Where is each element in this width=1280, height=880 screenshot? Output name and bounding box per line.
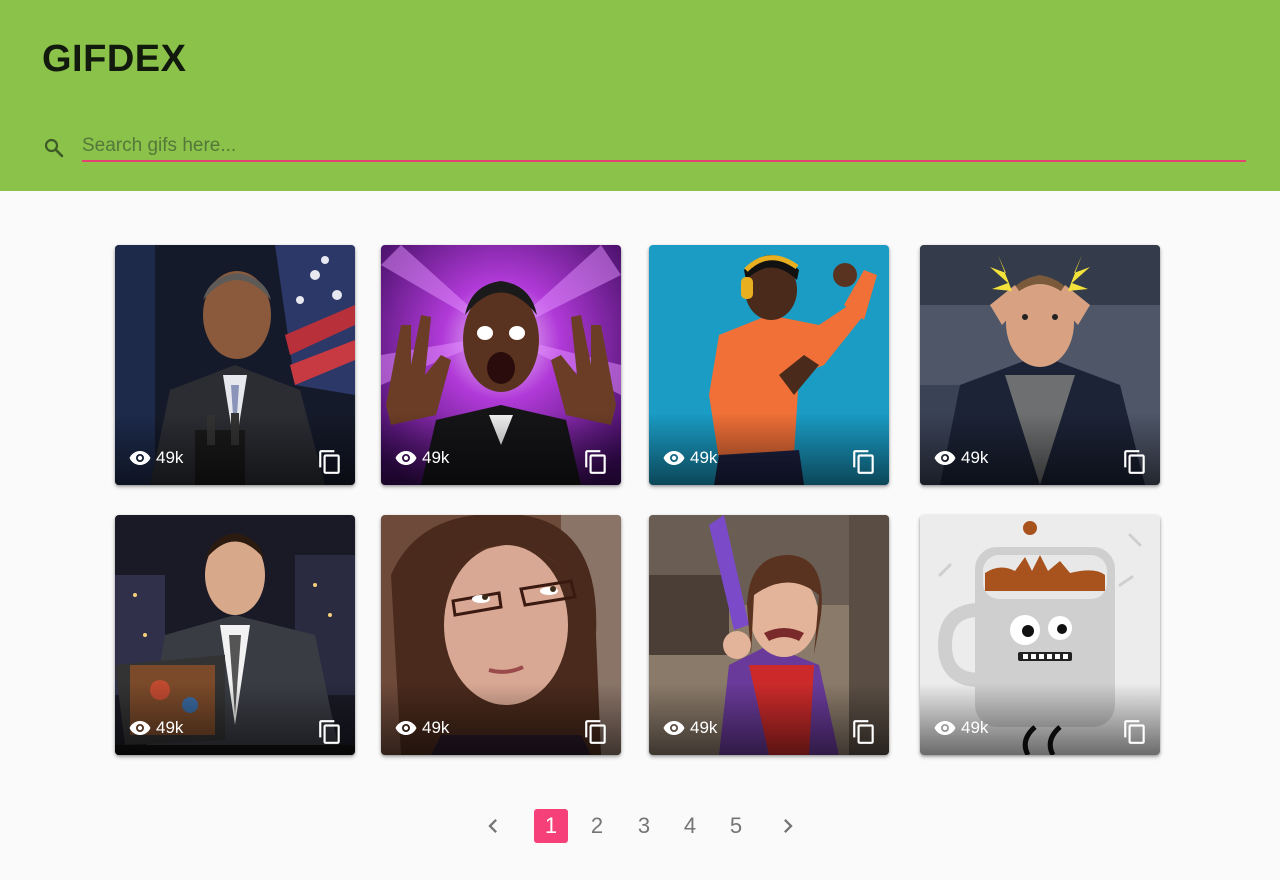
gif-card[interactable]: 49k	[920, 515, 1160, 755]
page-button-5[interactable]: 5	[719, 809, 753, 843]
copy-icon[interactable]	[851, 449, 877, 475]
view-count-text: 49k	[690, 448, 718, 467]
chevron-left-icon[interactable]	[479, 812, 507, 840]
chevron-right-icon[interactable]	[774, 812, 802, 840]
copy-icon[interactable]	[317, 449, 343, 475]
eye-icon	[663, 721, 685, 735]
gif-card[interactable]: 49k	[115, 245, 355, 485]
copy-icon[interactable]	[583, 449, 609, 475]
page-button-1[interactable]: 1	[534, 809, 568, 843]
view-count-text: 49k	[961, 448, 989, 467]
eye-icon	[934, 721, 956, 735]
search-input[interactable]	[82, 132, 1246, 162]
copy-icon[interactable]	[851, 719, 877, 745]
eye-icon	[663, 451, 685, 465]
gif-card[interactable]: 49k	[381, 515, 621, 755]
eye-icon	[395, 721, 417, 735]
gif-card[interactable]: 49k	[649, 245, 889, 485]
gif-card[interactable]: 49k	[115, 515, 355, 755]
eye-icon	[395, 451, 417, 465]
page-button-3[interactable]: 3	[627, 809, 661, 843]
view-count: 49k	[394, 446, 449, 470]
view-count: 49k	[662, 446, 717, 470]
view-count: 49k	[394, 716, 449, 740]
eye-icon	[934, 451, 956, 465]
app-bar: GIFDEX	[0, 0, 1280, 191]
view-count-text: 49k	[961, 718, 989, 737]
gif-card[interactable]: 49k	[920, 245, 1160, 485]
copy-icon[interactable]	[583, 719, 609, 745]
view-count-text: 49k	[690, 718, 718, 737]
view-count-text: 49k	[156, 718, 184, 737]
app-title: GIFDEX	[42, 38, 187, 80]
view-count-text: 49k	[156, 448, 184, 467]
view-count: 49k	[128, 446, 183, 470]
copy-icon[interactable]	[317, 719, 343, 745]
page-button-4[interactable]: 4	[673, 809, 707, 843]
gif-card[interactable]: 49k	[649, 515, 889, 755]
view-count: 49k	[933, 716, 988, 740]
copy-icon[interactable]	[1122, 449, 1148, 475]
eye-icon	[129, 721, 151, 735]
view-count-text: 49k	[422, 718, 450, 737]
search-icon	[44, 138, 64, 158]
view-count: 49k	[662, 716, 717, 740]
page-button-2[interactable]: 2	[580, 809, 614, 843]
copy-icon[interactable]	[1122, 719, 1148, 745]
gif-card[interactable]: 49k	[381, 245, 621, 485]
view-count-text: 49k	[422, 448, 450, 467]
view-count: 49k	[933, 446, 988, 470]
eye-icon	[129, 451, 151, 465]
view-count: 49k	[128, 716, 183, 740]
